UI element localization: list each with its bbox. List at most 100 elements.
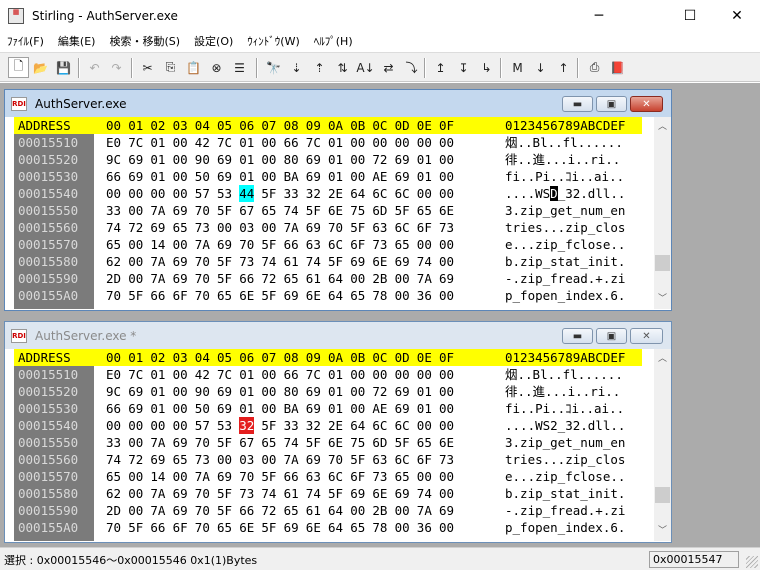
ascii-text[interactable]: p_fopen_index.6. [505, 287, 625, 304]
hex-byte[interactable]: AE [372, 168, 387, 185]
hex-byte[interactable]: 69 [217, 168, 232, 185]
hex-byte[interactable]: 69 [173, 202, 188, 219]
hex-byte[interactable]: 32 [306, 417, 321, 434]
hex-byte[interactable]: 6C [372, 185, 387, 202]
hex-byte[interactable]: 7C [217, 134, 232, 151]
hex-byte[interactable]: 66 [284, 468, 299, 485]
hex-byte[interactable]: 65 [261, 434, 276, 451]
hex-byte[interactable]: 7A [284, 451, 299, 468]
hex-byte[interactable]: 00 [439, 468, 454, 485]
menu-window[interactable]: ｳｨﾝﾄﾞｳ(W) [240, 33, 306, 49]
vertical-scrollbar[interactable]: ︿ ﹀ [654, 117, 671, 309]
hex-byte[interactable]: 61 [306, 502, 321, 519]
hex-byte[interactable]: 69 [306, 383, 321, 400]
hex-byte[interactable]: 5F [217, 434, 232, 451]
hex-byte[interactable]: 01 [417, 383, 432, 400]
hex-byte[interactable]: 00 [417, 468, 432, 485]
hex-byte[interactable]: 6F [417, 451, 432, 468]
hex-byte[interactable]: 00 [439, 236, 454, 253]
hex-byte[interactable]: BA [284, 168, 299, 185]
hex-byte[interactable]: 69 [395, 253, 410, 270]
hex-row[interactable]: 00015570 65 00 14 00 7A 69 70 5F 66 63 6C 6F 73 65 00 00… [14, 468, 642, 485]
hex-byte[interactable]: 69 [217, 236, 232, 253]
hex-byte[interactable]: 01 [328, 400, 343, 417]
hex-byte[interactable]: 00 [439, 151, 454, 168]
hex-byte[interactable]: 70 [106, 287, 121, 304]
hex-byte[interactable]: 2D [106, 502, 121, 519]
hex-byte[interactable]: 2E [328, 185, 343, 202]
hex-byte[interactable]: 65 [350, 519, 365, 536]
hex-byte[interactable]: 73 [195, 451, 210, 468]
hex-byte[interactable]: 00 [350, 151, 365, 168]
hex-byte[interactable]: 70 [239, 236, 254, 253]
hex-byte[interactable]: 6F [173, 287, 188, 304]
hex-byte[interactable]: 01 [239, 151, 254, 168]
hex-byte[interactable]: 74 [417, 253, 432, 270]
hex-byte[interactable]: 63 [372, 451, 387, 468]
hex-byte[interactable]: 69 [217, 151, 232, 168]
hex-byte[interactable]: 69 [128, 383, 143, 400]
replace-button[interactable]: A↓ [355, 57, 376, 78]
hex-byte[interactable]: 69 [306, 151, 321, 168]
hex-byte[interactable]: 69 [128, 151, 143, 168]
hex-byte[interactable]: 74 [261, 485, 276, 502]
hex-byte[interactable]: 36 [417, 519, 432, 536]
hex-byte[interactable]: 00 [173, 366, 188, 383]
hex-byte[interactable]: 61 [306, 270, 321, 287]
hex-byte[interactable]: 6E [306, 287, 321, 304]
hex-byte[interactable]: 00 [128, 468, 143, 485]
hex-byte[interactable]: 00 [439, 417, 454, 434]
hex-byte[interactable]: 01 [417, 168, 432, 185]
hex-byte[interactable]: 61 [284, 485, 299, 502]
hex-row[interactable]: 00015560 74 72 69 65 73 00 03 00 7A 69 70 5F 63 6C 6F 73… [14, 451, 642, 468]
hex-byte[interactable]: 57 [195, 417, 210, 434]
hex-byte[interactable]: 73 [439, 219, 454, 236]
hex-byte[interactable]: 01 [239, 383, 254, 400]
hex-byte[interactable]: 42 [195, 134, 210, 151]
scroll-up-icon[interactable]: ︿ [654, 349, 671, 366]
hex-byte[interactable]: 5F [306, 434, 321, 451]
menu-search[interactable]: 検索・移動(S) [102, 33, 187, 49]
ascii-text[interactable]: p_fopen_index.6. [505, 519, 625, 536]
hex-byte[interactable]: 6D [372, 434, 387, 451]
hex-row[interactable]: 00015580 62 00 7A 69 70 5F 73 74 61 74 5F 69 6E 69 74 00… [14, 253, 642, 270]
hex-byte[interactable]: 01 [150, 400, 165, 417]
hex-byte[interactable]: 33 [284, 417, 299, 434]
hex-byte[interactable]: 5F [261, 417, 276, 434]
ascii-text[interactable]: -.zip_fread.+.zi [505, 502, 625, 519]
hex-byte[interactable]: 00 [261, 134, 276, 151]
hex-byte[interactable]: 00 [173, 168, 188, 185]
hex-byte[interactable]: 7A [417, 502, 432, 519]
hex-byte[interactable]: 00 [439, 168, 454, 185]
hex-byte[interactable]: 65 [350, 287, 365, 304]
hex-byte[interactable]: 00 [395, 502, 410, 519]
hex-byte[interactable]: 00 [128, 270, 143, 287]
scroll-thumb[interactable] [655, 255, 670, 271]
hex-byte[interactable]: 70 [195, 202, 210, 219]
hex-byte[interactable]: 66 [239, 270, 254, 287]
hex-byte[interactable]: 00 [173, 151, 188, 168]
hex-byte[interactable]: 73 [372, 468, 387, 485]
hex-byte[interactable]: 65 [395, 236, 410, 253]
hex-byte[interactable]: 90 [195, 151, 210, 168]
hex-byte[interactable]: 69 [173, 485, 188, 502]
delete-button[interactable]: ⊗ [206, 57, 227, 78]
hex-byte[interactable]: 66 [150, 519, 165, 536]
hex-byte[interactable]: 69 [128, 168, 143, 185]
ascii-text[interactable]: 3.zip_get_num_en [505, 202, 625, 219]
hex-byte[interactable]: 67 [239, 202, 254, 219]
hex-byte[interactable]: 6E [328, 434, 343, 451]
hex-byte[interactable]: 00 [350, 168, 365, 185]
hex-byte[interactable]: 69 [395, 168, 410, 185]
hex-byte[interactable]: 69 [284, 519, 299, 536]
hex-byte[interactable]: 70 [195, 253, 210, 270]
hex-byte[interactable]: 01 [417, 400, 432, 417]
menu-file[interactable]: ﾌｧｲﾙ(F) [0, 33, 51, 49]
hex-byte[interactable]: 66 [106, 168, 121, 185]
hex-byte[interactable]: 73 [195, 219, 210, 236]
hex-byte[interactable]: 69 [173, 253, 188, 270]
hex-byte[interactable]: 33 [106, 202, 121, 219]
hex-byte[interactable]: 70 [195, 287, 210, 304]
hex-byte[interactable]: 65 [417, 434, 432, 451]
hex-byte[interactable]: 65 [395, 468, 410, 485]
